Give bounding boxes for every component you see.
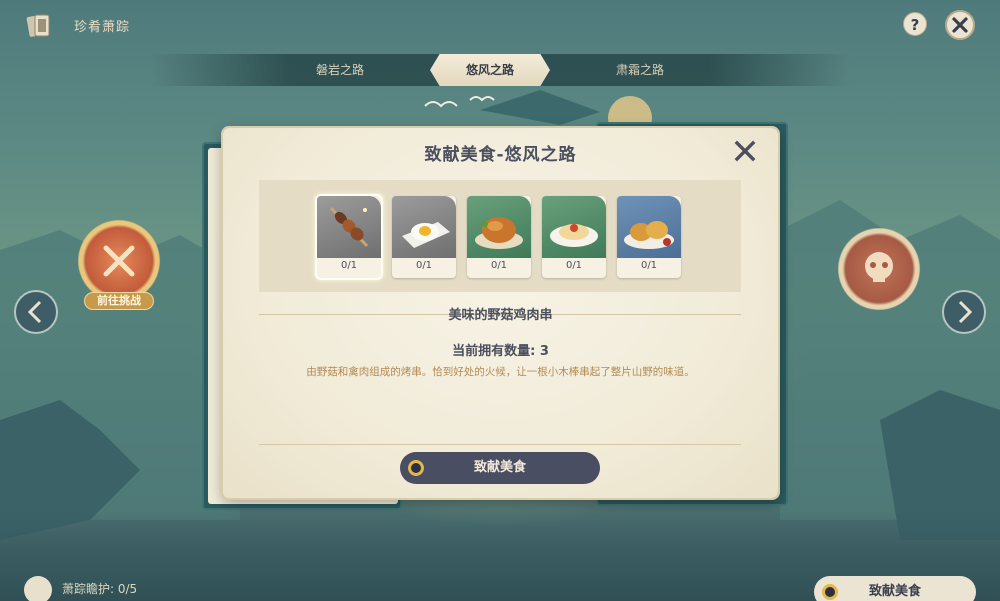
help-button[interactable]: ? [903,12,927,36]
item-art-bg [617,196,681,258]
confirm-ring-icon [822,584,838,600]
owned-count: 当前拥有数量: 3 [452,344,549,359]
item-count: 0/1 [340,260,358,271]
item-count: 0/1 [415,260,433,271]
donate-button-label: 致献美食 [473,460,526,475]
food-item-fried-cutlet[interactable]: 0/1 [617,196,681,278]
footer-donate-button[interactable]: 致献美食 [814,576,976,601]
donate-food-button[interactable]: 致献美食 [400,452,600,484]
prev-route-button[interactable] [14,290,58,334]
item-art-bg [467,196,531,258]
chevron-left-icon [27,300,42,324]
donate-food-dialog: 致献美食-悠风之路 0/1 0/1 0/1 0/1 0/1 美味的野菇鸡肉串 当… [223,128,778,498]
roast-chicken-icon [475,217,523,249]
guard-icon [24,576,52,601]
close-button[interactable] [945,10,975,40]
fried-egg-icon [402,222,450,248]
food-item-pasta[interactable]: 0/1 [542,196,606,278]
food-item-list: 0/1 0/1 0/1 0/1 0/1 [259,180,741,292]
item-count: 0/1 [490,260,508,271]
guard-status: 萧踪瞻护: 0/5 [62,582,138,596]
item-art-bg [392,196,456,258]
footer-donate-label: 致献美食 [868,584,921,599]
fried-cutlet-icon [624,221,674,249]
food-item-mushroom-skewer[interactable]: 0/1 [317,196,381,278]
dialog-close-icon[interactable] [732,138,758,164]
chevron-right-icon [958,300,973,324]
pasta-icon [550,224,598,247]
item-art-bg [542,196,606,258]
tab-rock-route[interactable]: 磐岩之路 [280,54,400,86]
food-item-fried-egg[interactable]: 0/1 [392,196,456,278]
item-art-bg [317,196,381,258]
dialog-title: 致献美食-悠风之路 [424,145,577,165]
item-count: 0/1 [640,260,658,271]
mushroom-skewer-icon [329,206,369,248]
food-description: 由野菇和禽肉组成的烤串。恰到好处的火候，让一根小木棒串起了整片山野的味道。 [306,366,695,378]
route-tabs: 磐岩之路 悠风之路 肃霜之路 [150,54,850,86]
food-item-roast-chicken[interactable]: 0/1 [467,196,531,278]
divider-bottom [259,444,741,445]
challenge-node-label[interactable]: 前往挑战 [84,292,154,310]
close-icon [952,17,968,33]
app-title: 珍肴萧踪 [74,20,131,35]
next-route-button[interactable] [942,290,986,334]
boss-node[interactable] [836,226,922,312]
item-count: 0/1 [565,260,583,271]
selected-food-name: 美味的野菇鸡肉串 [448,308,553,323]
skull-icon [865,252,893,282]
cardbook-icon[interactable] [26,12,52,40]
top-bar: 珍肴萧踪 ? [0,0,1000,52]
confirm-ring-icon [408,460,424,476]
tab-wind-route[interactable]: 悠风之路 [430,54,550,86]
tab-frost-route[interactable]: 肃霜之路 [580,54,700,86]
